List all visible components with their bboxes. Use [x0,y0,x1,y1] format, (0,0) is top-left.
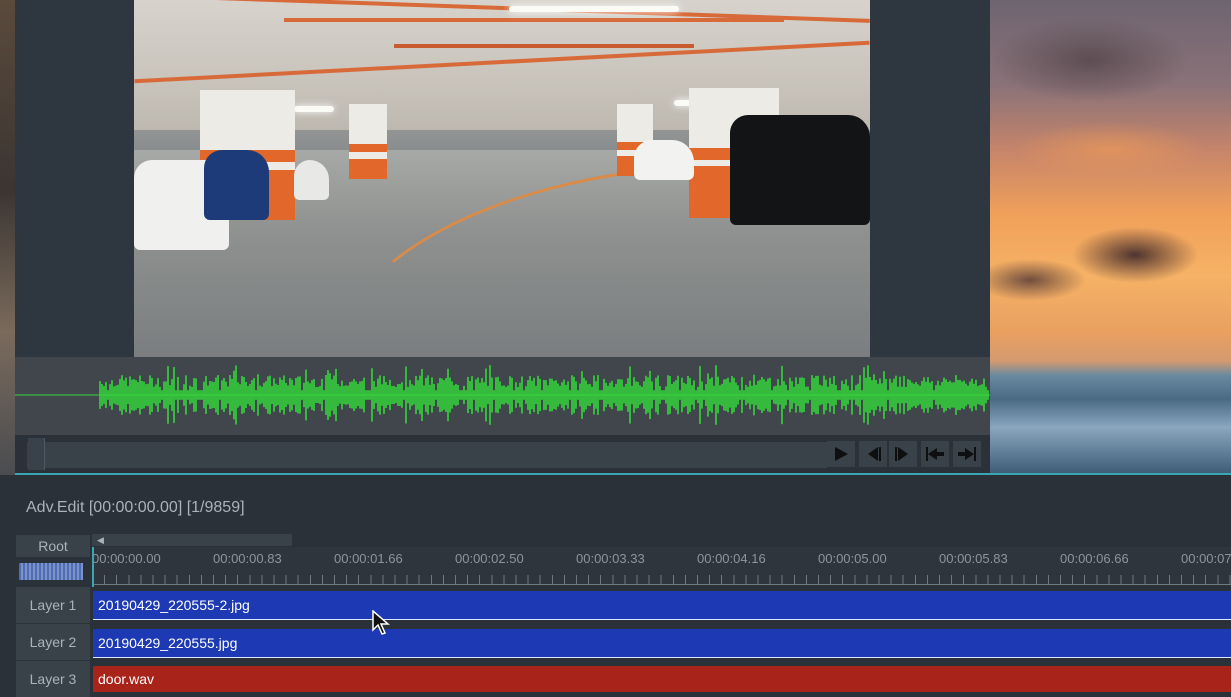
go-to-start-icon [926,447,944,461]
go-to-end-icon [958,447,976,461]
go-to-end-button[interactable] [953,441,981,467]
adv-edit-panel: Adv.Edit [00:00:00.00] [1/9859] Root ◀ 0… [15,475,1231,697]
tick-label: 00:00:02.50 [455,551,524,566]
mouse-cursor-icon [372,610,390,635]
layer-label-1[interactable]: Layer 1 [16,587,90,623]
timeline-clip-image[interactable]: 20190429_220555-2.jpg [93,591,1231,620]
tick-label: 00:00:00.00 [92,551,161,566]
tick-label: 00:00:07 [1181,551,1231,566]
timeline-clip-audio[interactable]: door.wav [93,666,1231,692]
tick-label: 00:00:06.66 [1060,551,1129,566]
step-back-button[interactable] [859,441,887,467]
video-preview [134,0,870,357]
tick-label: 00:00:01.66 [334,551,403,566]
playhead[interactable] [92,547,94,587]
time-ruler[interactable]: 00:00:00.00 00:00:00.83 00:00:01.66 00:0… [92,547,1231,585]
horizontal-scrollbar[interactable]: ◀ [92,534,292,546]
scroll-left-icon[interactable]: ◀ [97,534,104,546]
go-to-start-button[interactable] [921,441,949,467]
audio-waveform [15,357,990,435]
step-forward-button[interactable] [889,441,917,467]
step-forward-icon [895,447,908,461]
play-icon [835,447,848,461]
play-button[interactable] [827,441,855,467]
timeline-zoom-slider[interactable] [19,563,83,580]
tick-label: 00:00:00.83 [213,551,282,566]
timeline-clip-image[interactable]: 20190429_220555.jpg [93,629,1231,658]
seek-bar[interactable] [27,442,827,468]
waveform-graph [15,365,990,425]
preview-panel [15,0,990,357]
tick-label: 00:00:05.00 [818,551,887,566]
transport-bar [15,435,990,473]
root-breadcrumb[interactable]: Root [16,535,90,557]
panel-title: Adv.Edit [00:00:00.00] [1/9859] [26,499,245,516]
desktop-background [0,0,15,475]
step-back-icon [868,447,881,461]
seek-handle[interactable] [28,438,45,470]
tick-label: 00:00:04.16 [697,551,766,566]
background-sunset-image [990,0,1231,475]
tick-label: 00:00:03.33 [576,551,645,566]
tick-label: 00:00:05.83 [939,551,1008,566]
layer-label-2[interactable]: Layer 2 [16,624,90,660]
